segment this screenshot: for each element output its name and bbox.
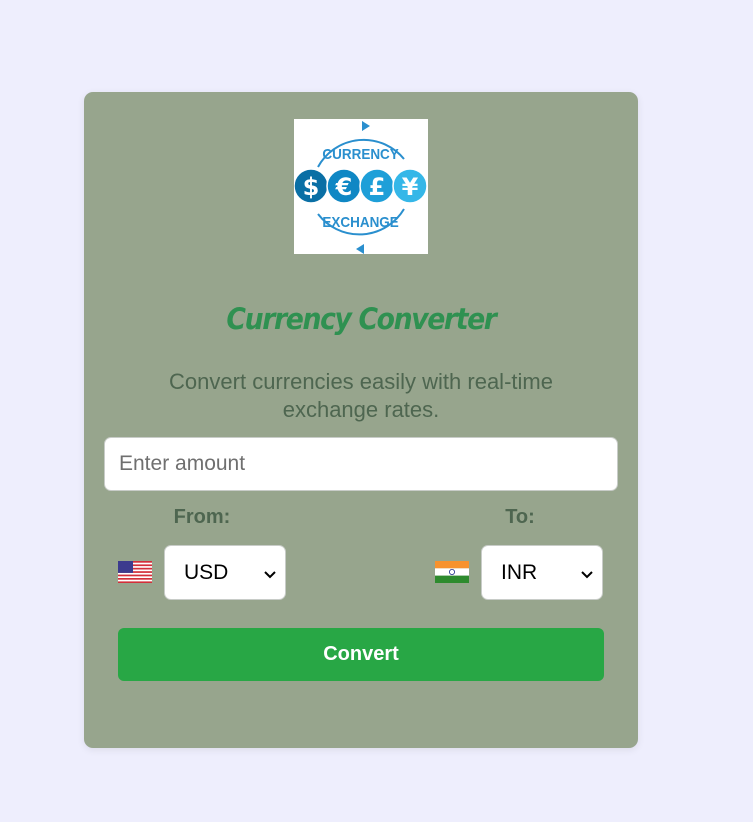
chevron-down-icon [263,567,277,579]
subtitle-description: Convert currencies easily with real-time… [169,369,553,422]
to-currency-select[interactable]: INR [481,545,603,600]
to-label: To: [505,506,535,528]
currency-symbol: £ [369,173,386,201]
from-currency-value: USD [184,561,229,584]
to-currency-value: INR [501,561,538,584]
currency-symbol: $ [303,173,320,201]
from-currency-select[interactable]: USD [164,545,286,600]
from-label: From: [173,506,231,528]
page-title: Currency Converter [226,302,497,336]
logo-bottom-text: EXCHANGE [322,214,398,231]
amount-input[interactable] [104,437,618,491]
india-flag-icon [435,561,469,583]
currency-symbol: ¥ [402,173,419,201]
us-flag-icon [118,561,152,583]
converter-card: CURRENCY EXCHANGE $ € £ ¥ Currency Converte… [84,92,638,748]
currency-symbol: € [335,173,353,201]
currency-exchange-logo: CURRENCY EXCHANGE $ € £ ¥ [294,119,428,254]
convert-button[interactable]: Convert [118,628,604,681]
logo-top-text: CURRENCY [322,146,399,163]
chevron-down-icon [580,567,594,579]
